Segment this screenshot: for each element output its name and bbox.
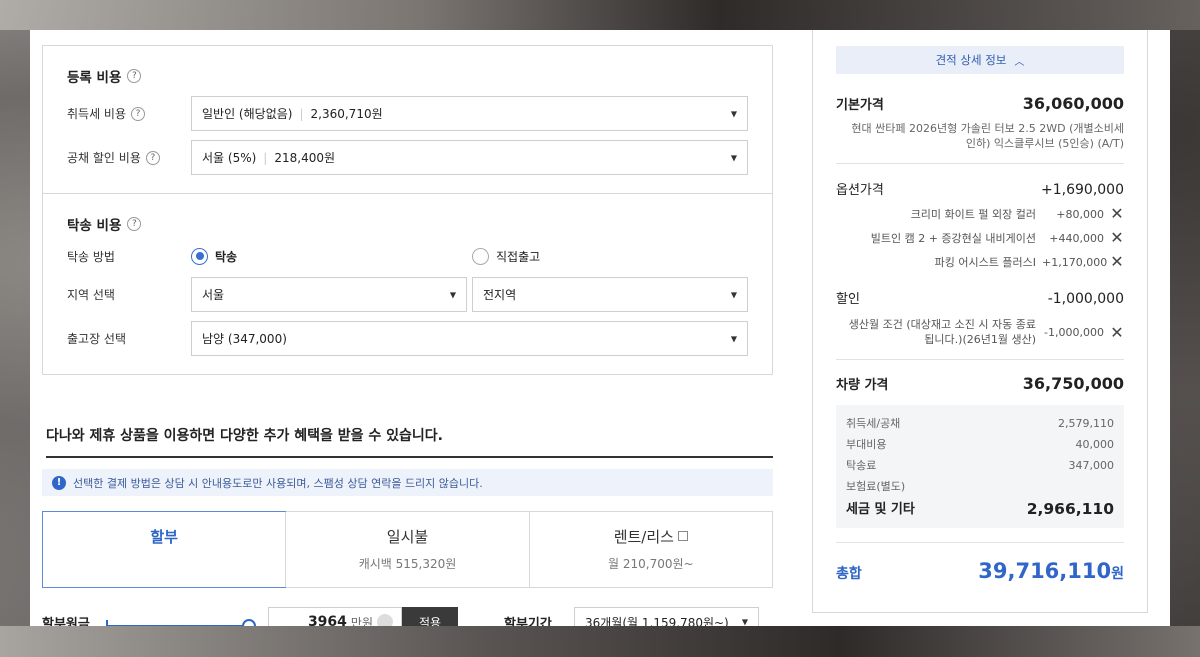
discount-row: 할인 -1,000,000 <box>836 291 1124 307</box>
radio-direct-pickup[interactable]: 직접출고 <box>472 247 540 265</box>
dropdown-arrow-icon: ▼ <box>730 290 737 299</box>
tax-item: 보험료(별도) <box>846 480 906 493</box>
registration-section: 등록 비용 ? 취득세 비용 ? 일반인 (해당없음) | 2,360,710원… <box>43 46 772 193</box>
depot-label: 출고장 선택 <box>67 332 127 346</box>
acquisition-tax-label: 취득세 비용 <box>67 107 127 121</box>
cost-settings-panel: 등록 비용 ? 취득세 비용 ? 일반인 (해당없음) | 2,360,710원… <box>42 45 773 375</box>
options-price-row: 옵션가격 +1,690,000 <box>836 182 1124 198</box>
info-icon: ! <box>52 475 66 490</box>
delivery-section: 탁송 비용 ? 탁송 방법 탁송 직접출고 지역 선택 서울 ▼ 전지역 ▼ 출… <box>43 193 772 374</box>
promo-title: 다나와 제휴 상품을 이용하면 다양한 추가 혜택을 받을 수 있습니다. <box>46 425 773 458</box>
tab-rent-lease[interactable]: 렌트/리스 월 210,700원~ <box>528 512 772 587</box>
tax-total-row: 세금 및 기타 2,966,110 <box>846 500 1114 518</box>
external-link-icon <box>677 531 688 541</box>
option-item: 파킹 어시스트 플러스I +1,170,000 ✕ <box>934 252 1124 271</box>
apply-button[interactable]: 적용 <box>402 607 458 626</box>
installment-controls: 할부원금 3964 만원 적용 할부기간 36개월(월 1,159,780원~)… <box>42 607 773 626</box>
delivery-title: 탁송 비용 ? <box>67 214 748 234</box>
depot-row: 출고장 선택 남양 (347,000) ▼ <box>67 321 748 356</box>
clear-icon[interactable] <box>377 614 393 626</box>
tab-installment[interactable]: 할부 <box>42 511 287 588</box>
region-select[interactable]: 서울 ▼ <box>191 277 467 312</box>
registration-title: 등록 비용 ? <box>67 66 748 86</box>
help-icon[interactable]: ? <box>127 217 142 231</box>
radio-delivery[interactable]: 탁송 <box>191 247 472 265</box>
grand-total-row: 총합 39,716,110원 <box>836 542 1124 583</box>
dropdown-arrow-icon: ▼ <box>730 334 737 343</box>
vehicle-price-row: 차량 가격 36,750,000 <box>836 374 1124 393</box>
tax-breakdown: 취득세/공채 2,579,110 부대비용 40,000 탁송료 347,000… <box>836 405 1124 528</box>
remove-icon[interactable]: ✕ <box>1110 206 1124 222</box>
remove-icon[interactable]: ✕ <box>1110 323 1124 342</box>
principal-input[interactable]: 3964 만원 <box>268 607 402 626</box>
period-label: 할부기간 <box>504 616 552 627</box>
remove-icon[interactable]: ✕ <box>1110 254 1124 270</box>
region-row: 지역 선택 서울 ▼ 전지역 ▼ <box>67 277 748 312</box>
help-icon[interactable]: ? <box>127 69 142 83</box>
radio-checked-icon <box>191 247 208 265</box>
dropdown-arrow-icon: ▼ <box>730 153 737 162</box>
delivery-method-row: 탁송 방법 탁송 직접출고 <box>67 244 748 268</box>
depot-select[interactable]: 남양 (347,000) ▼ <box>191 321 748 356</box>
sub-region-select[interactable]: 전지역 ▼ <box>472 277 748 312</box>
principal-label: 할부원금 <box>42 616 90 627</box>
principal-slider[interactable] <box>104 612 256 626</box>
dropdown-arrow-icon: ▼ <box>730 109 737 118</box>
bond-discount-row: 공채 할인 비용 ? 서울 (5%) | 218,400원 ▼ <box>67 140 748 175</box>
radio-unchecked-icon <box>472 247 489 265</box>
chevron-up-icon: ︿ <box>1014 56 1025 68</box>
help-icon[interactable]: ? <box>145 150 160 165</box>
tab-lump-sum[interactable]: 일시불 캐시백 515,320원 <box>285 512 529 587</box>
delivery-method-label: 탁송 방법 <box>67 249 115 264</box>
quote-page: 등록 비용 ? 취득세 비용 ? 일반인 (해당없음) | 2,360,710원… <box>30 30 1170 626</box>
slider-thumb[interactable] <box>242 619 256 626</box>
tax-item: 탁송료 347,000 <box>846 459 1114 472</box>
option-item: 크리미 화이트 펄 외장 컬러 +80,000 ✕ <box>910 204 1124 223</box>
discount-item: 생산월 조건 (대상재고 소진 시 자동 종료됩니다.)(26년1월 생산) -… <box>848 318 1124 346</box>
period-select[interactable]: 36개월(월 1,159,780원~) ▼ <box>574 607 759 626</box>
quote-summary-panel: 견적 상세 정보 ︿ 기본가격 36,060,000 현대 싼타페 2026년형… <box>812 30 1148 613</box>
background-bottom <box>0 626 1200 657</box>
remove-icon[interactable]: ✕ <box>1110 230 1124 246</box>
acquisition-tax-row: 취득세 비용 ? 일반인 (해당없음) | 2,360,710원 ▼ <box>67 96 748 131</box>
payment-tabs: 할부 일시불 캐시백 515,320원 렌트/리스 월 210,700원~ <box>42 511 773 588</box>
help-icon[interactable]: ? <box>131 106 146 121</box>
region-label: 지역 선택 <box>67 288 115 302</box>
payment-notice: ! 선택한 결제 방법은 상담 시 안내용도로만 사용되며, 스팸성 상담 연락… <box>42 469 773 496</box>
tax-item: 취득세/공채 2,579,110 <box>846 417 1114 430</box>
model-description: 현대 싼타페 2026년형 가솔린 터보 2.5 2WD (개별소비세 인하) … <box>851 122 1124 150</box>
detail-toggle-button[interactable]: 견적 상세 정보 ︿ <box>836 46 1124 74</box>
bond-discount-select[interactable]: 서울 (5%) | 218,400원 ▼ <box>191 140 748 175</box>
background-top <box>0 0 1200 30</box>
dropdown-arrow-icon: ▼ <box>449 290 456 299</box>
dropdown-arrow-icon: ▼ <box>741 617 748 627</box>
tax-item: 부대비용 40,000 <box>846 438 1114 451</box>
bond-discount-label: 공채 할인 비용 <box>67 151 141 165</box>
base-price-row: 기본가격 36,060,000 <box>836 94 1124 113</box>
acquisition-tax-select[interactable]: 일반인 (해당없음) | 2,360,710원 ▼ <box>191 96 748 131</box>
option-item: 빌트인 캠 2 + 증강현실 내비게이션 +440,000 ✕ <box>870 228 1124 247</box>
